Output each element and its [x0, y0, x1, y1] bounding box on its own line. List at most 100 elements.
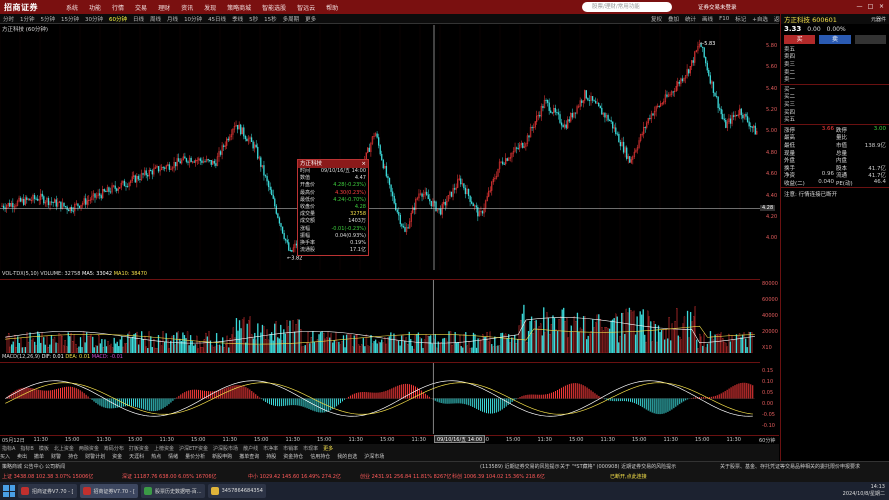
period-3[interactable]: 15分钟: [61, 15, 79, 23]
macd-chart[interactable]: [0, 362, 760, 434]
indicator-tab-11[interactable]: 市净率: [263, 445, 278, 452]
menu-item-5[interactable]: 资讯: [181, 3, 193, 12]
toolbar-button-16[interactable]: 我的自选: [337, 453, 357, 460]
toolbar-button-6[interactable]: 资金: [112, 453, 122, 460]
buy-button[interactable]: 买: [784, 35, 816, 44]
start-icon[interactable]: [3, 485, 15, 497]
bid-row[interactable]: 买五: [781, 115, 889, 123]
indicator-tab-13[interactable]: 市现率: [303, 445, 318, 452]
menu-item-3[interactable]: 交易: [135, 3, 147, 12]
taskbar-app-1[interactable]: 招商证券V7.70 - [: [79, 484, 138, 498]
indicator-tab-1[interactable]: 指标B: [20, 445, 33, 452]
toolbar-button-5[interactable]: 财警计划: [85, 453, 105, 460]
period-0[interactable]: 分时: [3, 15, 14, 23]
indicator-tab-10[interactable]: 散户线: [243, 445, 258, 452]
menu-item-4[interactable]: 理财: [158, 3, 170, 12]
period-1[interactable]: 1分钟: [20, 15, 35, 23]
period-15[interactable]: 更多: [305, 15, 316, 23]
chart-tool-5[interactable]: 标记: [735, 15, 746, 23]
period-13[interactable]: 15秒: [264, 15, 277, 23]
ticker-msg-2[interactable]: 关于 "*ST藏格" (000908) 近期证券交易的风险提示: [560, 463, 676, 470]
indicator-tab-14[interactable]: 更多: [323, 445, 333, 452]
toolbar-button-8[interactable]: 热点: [151, 453, 161, 460]
ask-row[interactable]: 卖三: [781, 60, 889, 68]
ticker-star[interactable]: 科创 1006.39 104.02 15.36% 218.6亿: [452, 473, 545, 480]
ticker-shanghai[interactable]: 上证 3438.08 102.38 3.07% 15006亿: [2, 473, 93, 480]
toolbar-button-1[interactable]: 卖出: [17, 453, 27, 460]
ticker-sme[interactable]: 中小 1029.42 145.60 16.49% 274.2亿: [248, 473, 341, 480]
toolbar-button-0[interactable]: 买入: [0, 453, 10, 460]
close-icon[interactable]: ×: [878, 3, 885, 10]
ask-row[interactable]: 卖一: [781, 75, 889, 83]
bid-row[interactable]: 买二: [781, 93, 889, 100]
toolbar-button-3[interactable]: 财警: [51, 453, 61, 460]
toolbar-button-13[interactable]: 持股: [266, 453, 276, 460]
menu-item-2[interactable]: 行情: [112, 3, 124, 12]
maximize-icon[interactable]: □: [867, 3, 874, 10]
menu-item-7[interactable]: 策略商城: [227, 3, 251, 12]
toolbar-button-17[interactable]: 沪深市场: [364, 453, 384, 460]
indicator-tab-12[interactable]: 市销率: [283, 445, 298, 452]
bid-row[interactable]: 买一: [781, 85, 889, 93]
indicator-tab-3[interactable]: 北上资金: [54, 445, 74, 452]
toolbar-button-7[interactable]: 天涯科: [129, 453, 144, 460]
indicator-tab-2[interactable]: 模板: [39, 445, 49, 452]
menu-item-1[interactable]: 功能: [89, 3, 101, 12]
taskbar-app-2[interactable]: 股票历史数据吧-百...: [141, 484, 205, 498]
period-2[interactable]: 5分钟: [41, 15, 56, 23]
chart-tool-3[interactable]: 画线: [702, 15, 713, 23]
chart-tool-6[interactable]: +自选: [752, 15, 768, 23]
indicator-tab-6[interactable]: 打板资金: [129, 445, 149, 452]
period-10[interactable]: 45日线: [208, 15, 226, 23]
search-input[interactable]: 股票/理财/常用功能: [582, 2, 672, 12]
period-9[interactable]: 10分钟: [184, 15, 202, 23]
ticker-gem[interactable]: 创业 2431.91 256.84 11.81% 8267亿: [360, 473, 451, 480]
period-14[interactable]: 多周期: [283, 15, 300, 23]
indicator-tab-8[interactable]: 沪深ETF资金: [179, 445, 208, 452]
toolbar-button-11[interactable]: 新股申购: [212, 453, 232, 460]
chart-tool-0[interactable]: 复权: [651, 15, 662, 23]
ask-row[interactable]: 卖二: [781, 68, 889, 76]
bid-row[interactable]: 买三: [781, 100, 889, 108]
chart-tool-2[interactable]: 统计: [685, 15, 696, 23]
ask-row[interactable]: 卖四: [781, 53, 889, 60]
period-11[interactable]: 季线: [232, 15, 243, 23]
stock-board[interactable]: 元器件: [871, 16, 886, 23]
indicator-tab-0[interactable]: 指标A: [2, 445, 15, 452]
chart-tool-1[interactable]: 叠加: [668, 15, 679, 23]
ticker-shenzhen[interactable]: 深证 11187.76 638.00 6.05% 16706亿: [122, 473, 217, 480]
toolbar-button-9[interactable]: 情绪: [168, 453, 178, 460]
ticker-msg-1[interactable]: (113589) 近期证券交易的风险提示: [480, 463, 560, 470]
period-4[interactable]: 30分钟: [85, 15, 103, 23]
toolbar-button-14[interactable]: 资金持仓: [283, 453, 303, 460]
period-6[interactable]: 日线: [133, 15, 144, 23]
menu-item-9[interactable]: 智远云: [297, 3, 315, 12]
toolbar-button-12[interactable]: 撤单查询: [239, 453, 259, 460]
period-8[interactable]: 月线: [167, 15, 178, 23]
login-status-link[interactable]: 证券交易未登录: [698, 3, 737, 11]
ticker-msg-3[interactable]: 关于股票、基金、存托凭证等交易品种相关的委托限价申报要求: [720, 463, 860, 470]
indicator-tab-5[interactable]: 筹码分布: [104, 445, 124, 452]
candlestick-chart[interactable]: ←5.83 ←3.82: [0, 25, 760, 270]
volume-chart[interactable]: [0, 279, 760, 353]
menu-item-8[interactable]: 智能选股: [262, 3, 286, 12]
bid-row[interactable]: 买四: [781, 108, 889, 116]
period-12[interactable]: 5秒: [249, 15, 258, 23]
indicator-tab-9[interactable]: 沪深股市场: [213, 445, 238, 452]
connection-status[interactable]: 已断开,点此连接: [610, 473, 647, 480]
menu-item-10[interactable]: 帮助: [326, 3, 338, 12]
indicator-tab-4[interactable]: 两融资金: [79, 445, 99, 452]
indicator-tab-7[interactable]: 上榜资金: [154, 445, 174, 452]
sell-button[interactable]: 卖: [819, 35, 851, 44]
chart-tool-4[interactable]: F10: [719, 16, 729, 22]
minimize-icon[interactable]: —: [856, 3, 863, 10]
menu-item-0[interactable]: 系统: [66, 3, 78, 12]
toolbar-button-15[interactable]: 信用持仓: [310, 453, 330, 460]
ticker-bottom-links[interactable]: 策略商城 公告中心 公司新闻: [2, 463, 65, 470]
taskbar-app-3[interactable]: 3457864684354: [207, 484, 266, 498]
taskbar-app-0[interactable]: 招商证券V7.70 - [: [18, 484, 77, 498]
tooltip-close-icon[interactable]: ×: [361, 160, 366, 168]
period-5[interactable]: 60分钟: [109, 15, 127, 23]
period-7[interactable]: 周线: [150, 15, 161, 23]
ask-row[interactable]: 卖五: [781, 45, 889, 53]
